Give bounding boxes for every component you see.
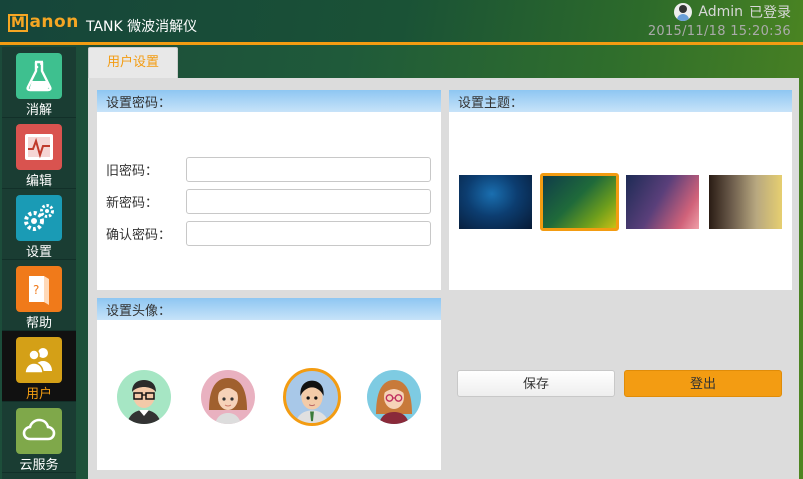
- sidebar-item-digestion[interactable]: 消解: [2, 47, 76, 118]
- gears-icon: [16, 195, 62, 241]
- sidebar-item-label: 消解: [25, 103, 52, 118]
- sidebar-item-help[interactable]: ? 帮助: [2, 260, 76, 331]
- user-area: Admin 已登录 2015/11/18 15:20:36: [648, 2, 791, 39]
- app-logo: Manon: [8, 12, 79, 32]
- app-title: TANK 微波消解仪: [86, 19, 198, 35]
- theme-option-deep-blue[interactable]: [459, 175, 532, 229]
- avatar-option-brown-hair-girl[interactable]: [201, 370, 255, 424]
- cloud-icon: [16, 408, 62, 454]
- logo-initial: M: [8, 14, 29, 32]
- tab-user-settings[interactable]: 用户设置: [88, 47, 178, 79]
- user-name[interactable]: Admin: [698, 4, 743, 20]
- old-password-label: 旧密码：: [106, 164, 159, 179]
- users-icon: [16, 337, 62, 383]
- new-password-input[interactable]: [186, 189, 431, 214]
- sidebar-item-label: 帮助: [25, 316, 52, 331]
- sidebar-item-settings[interactable]: 设置: [2, 189, 76, 260]
- confirm-password-row: 确认密码：: [106, 221, 431, 246]
- user-avatar-icon[interactable]: [674, 3, 693, 21]
- flask-icon: [16, 53, 62, 99]
- confirm-password-input[interactable]: [186, 221, 431, 246]
- sidebar-item-edit[interactable]: 编辑: [2, 118, 76, 189]
- avatar-option-glasses-man[interactable]: [117, 370, 171, 424]
- chart-edit-icon: [16, 124, 62, 170]
- sidebar-item-label: 云服务: [19, 458, 59, 473]
- new-password-row: 新密码：: [106, 189, 431, 214]
- save-button[interactable]: 保存: [457, 370, 615, 397]
- logout-button[interactable]: 登出: [624, 370, 782, 397]
- avatar-card-title: 设置头像：: [97, 298, 441, 320]
- avatar-option-glasses-woman[interactable]: [367, 370, 421, 424]
- help-book-icon: ?: [16, 266, 62, 312]
- theme-option-brown-gold[interactable]: [709, 175, 782, 229]
- sidebar-item-cloud[interactable]: 云服务: [2, 402, 76, 473]
- confirm-password-label: 确认密码：: [106, 228, 172, 243]
- logo-text: anon: [29, 12, 79, 32]
- avatar-option-boy-selected[interactable]: [283, 368, 341, 426]
- old-password-input[interactable]: [186, 157, 431, 182]
- sidebar-item-label: 编辑: [25, 174, 52, 189]
- sidebar-item-users[interactable]: 用户: [2, 331, 76, 402]
- password-card-title: 设置密码：: [97, 90, 441, 112]
- sidebar-item-label: 设置: [25, 245, 52, 260]
- title-bar: Manon TANK 微波消解仪 Admin 已登录 2015/11/18 15…: [0, 0, 803, 43]
- datetime: 2015/11/18 15:20:36: [647, 24, 791, 39]
- login-status: 已登录: [749, 5, 791, 21]
- theme-option-green-yellow[interactable]: [540, 173, 619, 231]
- old-password-row: 旧密码：: [106, 157, 431, 182]
- new-password-label: 新密码：: [106, 196, 159, 211]
- sidebar: 消解 编辑 设置 ? 帮助 用户 云服务: [2, 47, 76, 479]
- theme-option-navy-pink[interactable]: [626, 175, 699, 229]
- sidebar-item-label: 用户: [25, 387, 52, 402]
- password-card: 设置密码： 旧密码： 新密码： 确认密码：: [97, 90, 441, 290]
- svg-text:?: ?: [33, 283, 39, 297]
- header-divider: [0, 42, 803, 45]
- theme-card-title: 设置主题：: [449, 90, 792, 112]
